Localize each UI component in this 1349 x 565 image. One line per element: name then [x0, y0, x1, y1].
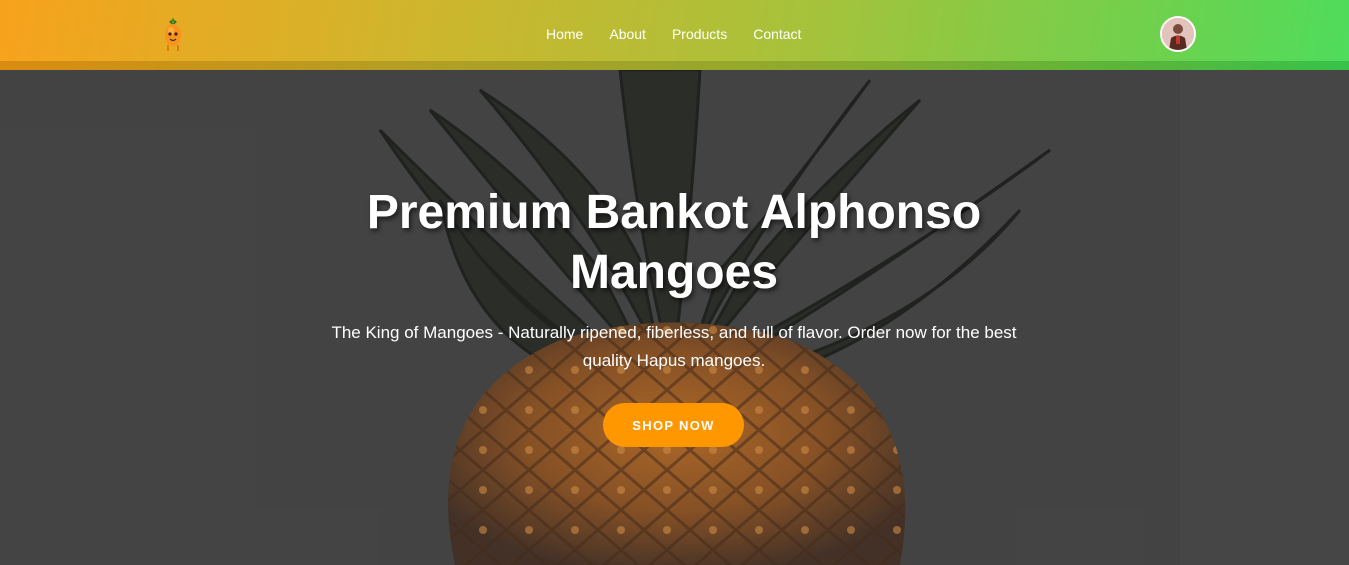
- nav-home[interactable]: Home: [546, 26, 583, 42]
- hero-dark-overlay: [0, 70, 1349, 565]
- nav-contact[interactable]: Contact: [753, 26, 801, 42]
- mango-logo-icon[interactable]: [161, 16, 185, 52]
- nav-about[interactable]: About: [609, 26, 646, 42]
- site-header: Home About Products Contact: [0, 0, 1349, 70]
- nav-products[interactable]: Products: [672, 26, 727, 42]
- hero-subtitle: The King of Mangoes - Naturally ripened,…: [331, 323, 1017, 370]
- main-navigation: Home About Products Contact: [546, 26, 801, 42]
- hero-title: Premium Bankot Alphonso Mangoes: [366, 186, 982, 299]
- user-avatar[interactable]: [1160, 16, 1196, 52]
- header-bottom-strip: [0, 61, 1349, 70]
- shop-now-button[interactable]: SHOP NOW: [603, 403, 744, 447]
- hero-section: Premium Bankot Alphonso Mangoes The King…: [0, 70, 1349, 565]
